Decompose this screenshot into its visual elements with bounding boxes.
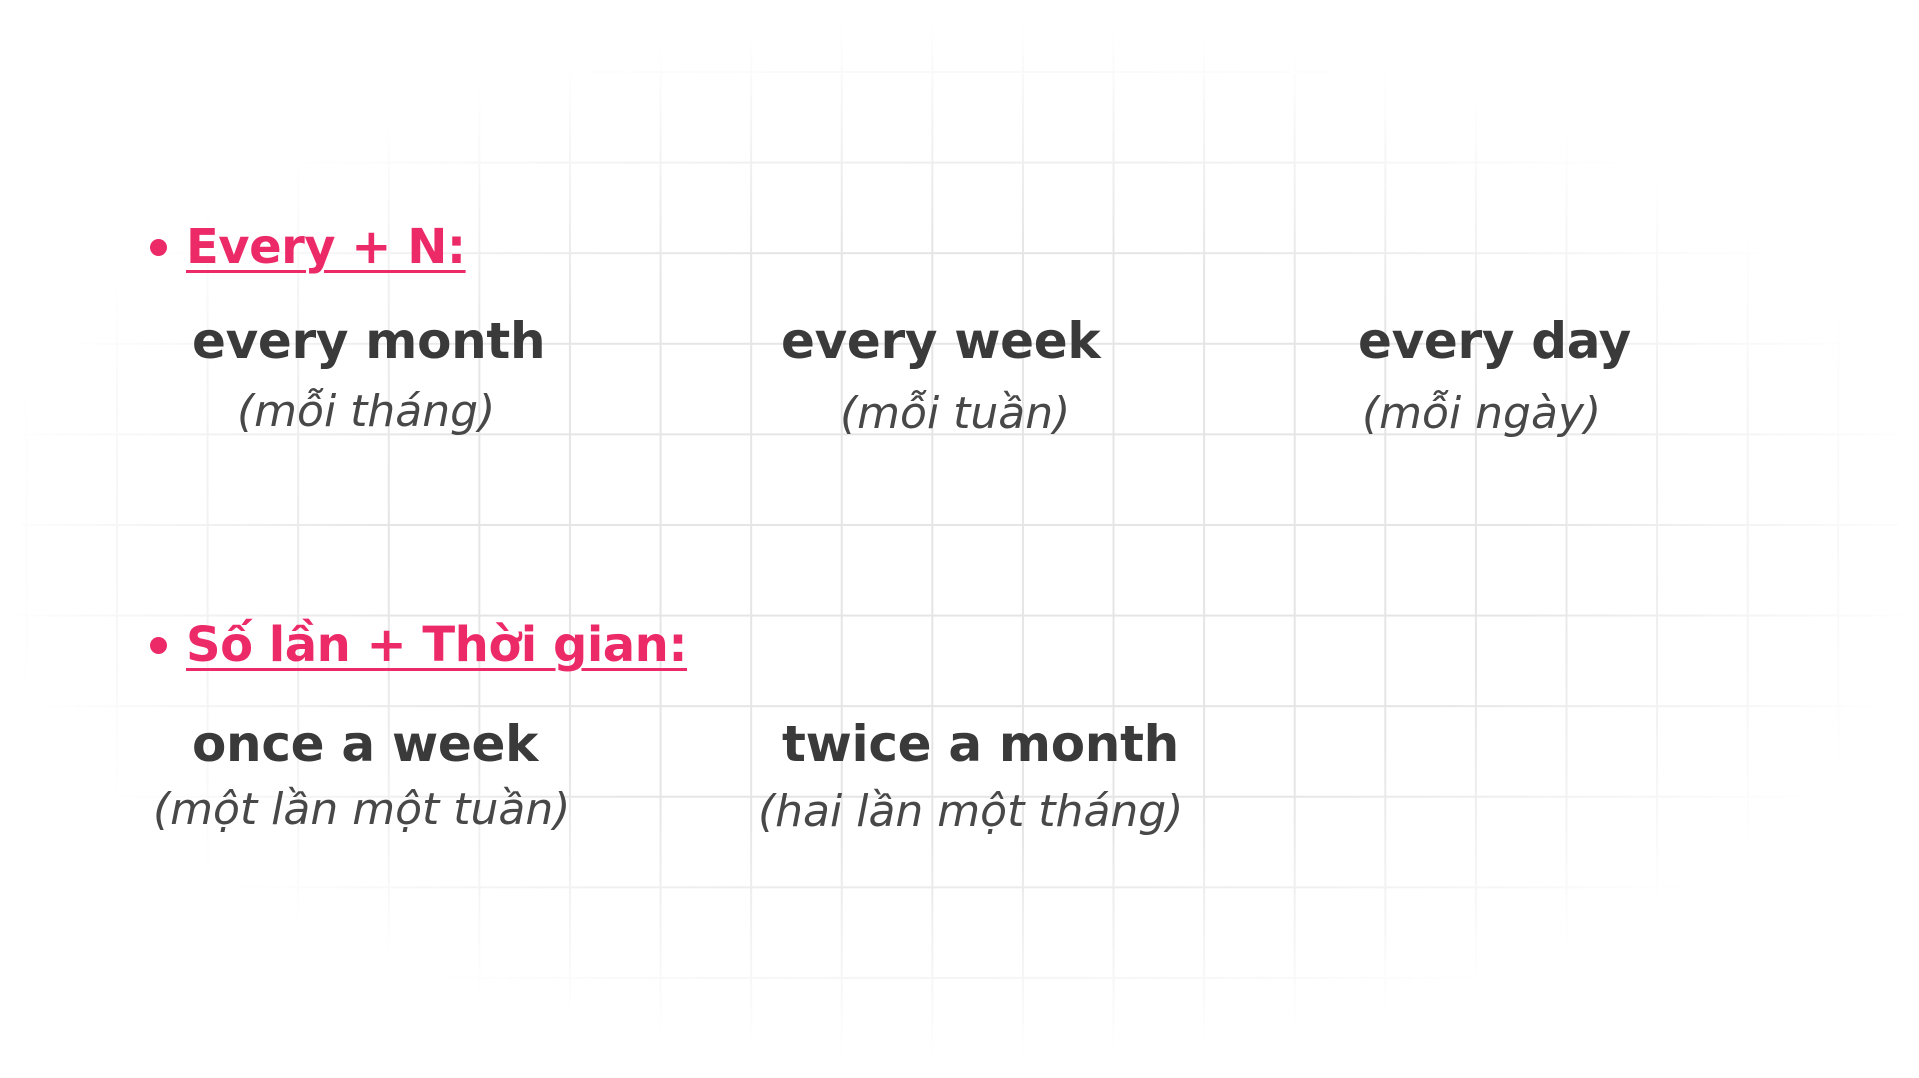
translation-twice-a-month: (hai lần một tháng) <box>758 786 1184 837</box>
grid-background <box>20 20 1900 1060</box>
section-heading-label: Every + N: <box>186 219 466 275</box>
term-twice-a-month: twice a month <box>782 715 1179 773</box>
term-every-week: every week <box>781 312 1101 370</box>
term-every-month: every month <box>192 312 546 370</box>
bullet-icon <box>150 238 167 256</box>
term-once-a-week: once a week <box>192 715 539 773</box>
translation-every-day: (mỗi ngày) <box>1362 388 1602 439</box>
section-heading-label: Số lần + Thời gian: <box>186 617 688 673</box>
translation-once-a-week: (một lần một tuần) <box>153 784 571 835</box>
slide-canvas: Every + N: every month (mỗi tháng) every… <box>0 0 1919 1078</box>
translation-every-month: (mỗi tháng) <box>237 386 496 437</box>
bullet-icon <box>150 636 167 654</box>
term-every-day: every day <box>1358 312 1631 370</box>
translation-every-week: (mỗi tuần) <box>840 388 1071 439</box>
section-heading-every-n: Every + N: <box>150 223 466 271</box>
section-heading-frequency: Số lần + Thời gian: <box>150 617 688 673</box>
